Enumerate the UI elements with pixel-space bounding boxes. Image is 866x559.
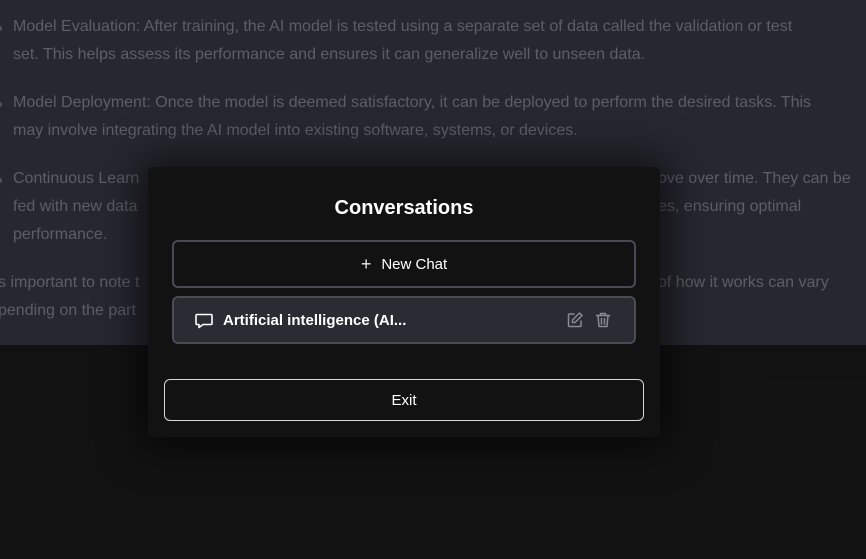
new-chat-label: New Chat: [381, 255, 448, 273]
conversations-modal: Conversations + New Chat Artificial inte…: [148, 167, 660, 437]
modal-title: Conversations: [334, 197, 474, 219]
edit-icon[interactable]: [566, 311, 584, 329]
conversation-label: Artificial intelligence (AI...: [223, 311, 407, 329]
conversation-item[interactable]: Artificial intelligence (AI...: [172, 296, 636, 344]
conversation-actions: [566, 311, 612, 329]
chat-bubble-icon: [194, 310, 214, 330]
exit-button[interactable]: Exit: [164, 379, 644, 421]
trash-icon[interactable]: [594, 311, 612, 329]
plus-icon: +: [360, 254, 372, 274]
new-chat-button[interactable]: + New Chat: [172, 240, 636, 288]
